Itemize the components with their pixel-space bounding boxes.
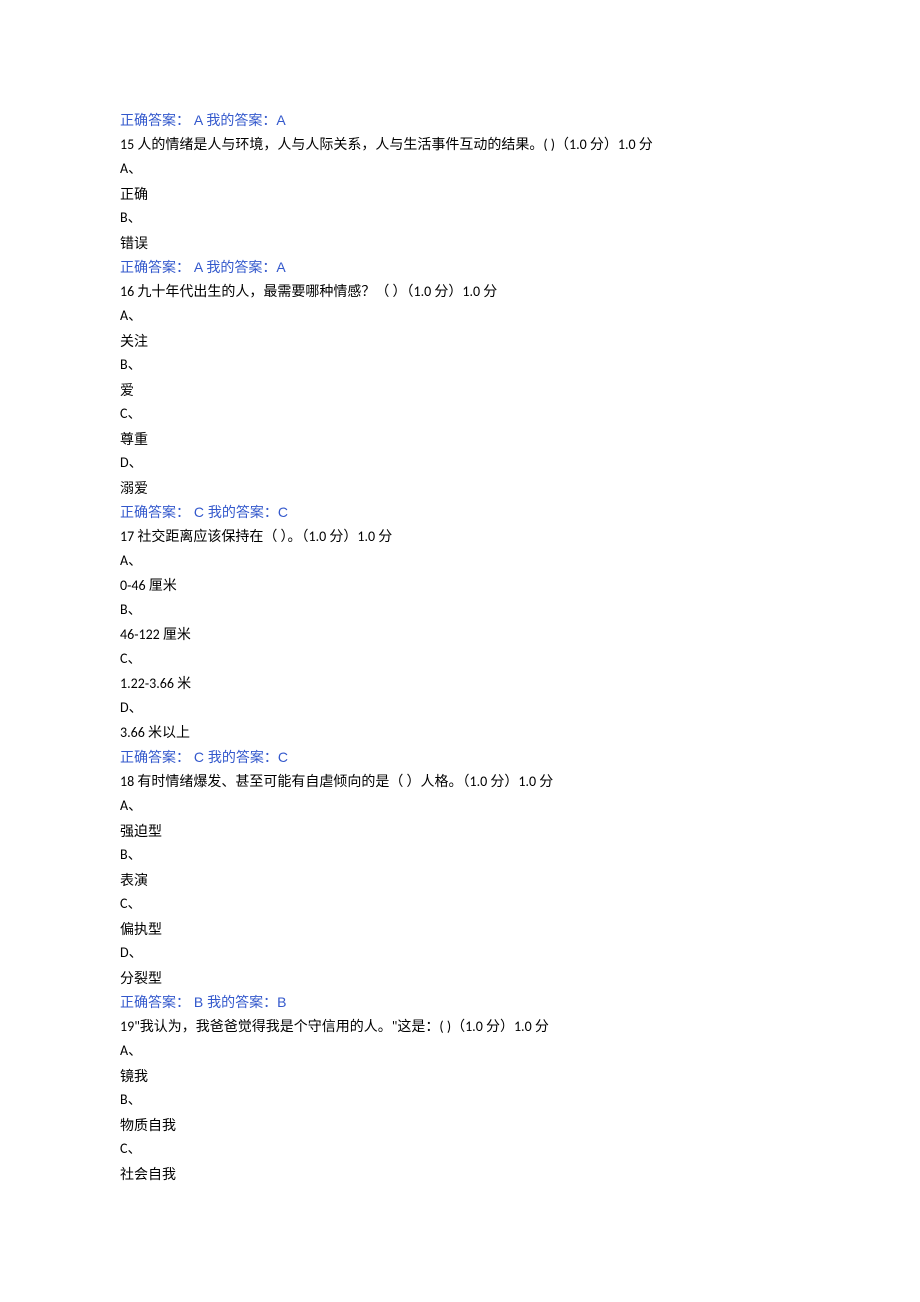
question-line: 18 有时情绪爆发、甚至可能有自虐倾向的是（ ）人格。（1.0 分）1.0 分 (120, 770, 800, 795)
option-text: 物质自我 (120, 1113, 800, 1138)
option-letter: D、 (120, 941, 800, 966)
option-letter: A、 (120, 304, 800, 329)
option-text: 0-46 厘米 (120, 574, 800, 599)
option-text: 3.66 米以上 (120, 721, 800, 746)
answer-line: 正确答案： B 我的答案：B (120, 990, 800, 1015)
document-page: 正确答案： A 我的答案：A15 人的情绪是人与环境，人与人际关系，人与生活事件… (0, 0, 920, 1286)
option-letter: C、 (120, 1137, 800, 1162)
answer-line: 正确答案： C 我的答案：C (120, 745, 800, 770)
option-text: 镜我 (120, 1064, 800, 1089)
option-text: 46-122 厘米 (120, 623, 800, 648)
option-text: 强迫型 (120, 819, 800, 844)
option-text: 分裂型 (120, 966, 800, 991)
option-text: 关注 (120, 329, 800, 354)
option-text: 尊重 (120, 427, 800, 452)
option-letter: B、 (120, 598, 800, 623)
answer-line: 正确答案： A 我的答案：A (120, 255, 800, 280)
option-letter: C、 (120, 402, 800, 427)
question-line: 15 人的情绪是人与环境，人与人际关系，人与生活事件互动的结果。( )（1.0 … (120, 133, 800, 158)
option-letter: D、 (120, 451, 800, 476)
option-text: 1.22-3.66 米 (120, 672, 800, 697)
option-letter: C、 (120, 647, 800, 672)
option-text: 社会自我 (120, 1162, 800, 1187)
option-text: 偏执型 (120, 917, 800, 942)
question-line: 16 九十年代出生的人，最需要哪种情感？（ ）（1.0 分）1.0 分 (120, 280, 800, 305)
option-letter: B、 (120, 206, 800, 231)
option-letter: B、 (120, 843, 800, 868)
option-letter: D、 (120, 696, 800, 721)
option-letter: A、 (120, 1039, 800, 1064)
option-text: 溺爱 (120, 476, 800, 501)
option-letter: B、 (120, 1088, 800, 1113)
question-line: 19"我认为，我爸爸觉得我是个守信用的人。"这是：( )（1.0 分）1.0 分 (120, 1015, 800, 1040)
option-text: 表演 (120, 868, 800, 893)
option-text: 正确 (120, 182, 800, 207)
option-letter: A、 (120, 157, 800, 182)
option-text: 爱 (120, 378, 800, 403)
option-letter: B、 (120, 353, 800, 378)
option-text: 错误 (120, 231, 800, 256)
option-letter: A、 (120, 794, 800, 819)
option-letter: A、 (120, 549, 800, 574)
question-line: 17 社交距离应该保持在（ ）。（1.0 分）1.0 分 (120, 525, 800, 550)
answer-line: 正确答案： A 我的答案：A (120, 108, 800, 133)
answer-line: 正确答案： C 我的答案：C (120, 500, 800, 525)
option-letter: C、 (120, 892, 800, 917)
